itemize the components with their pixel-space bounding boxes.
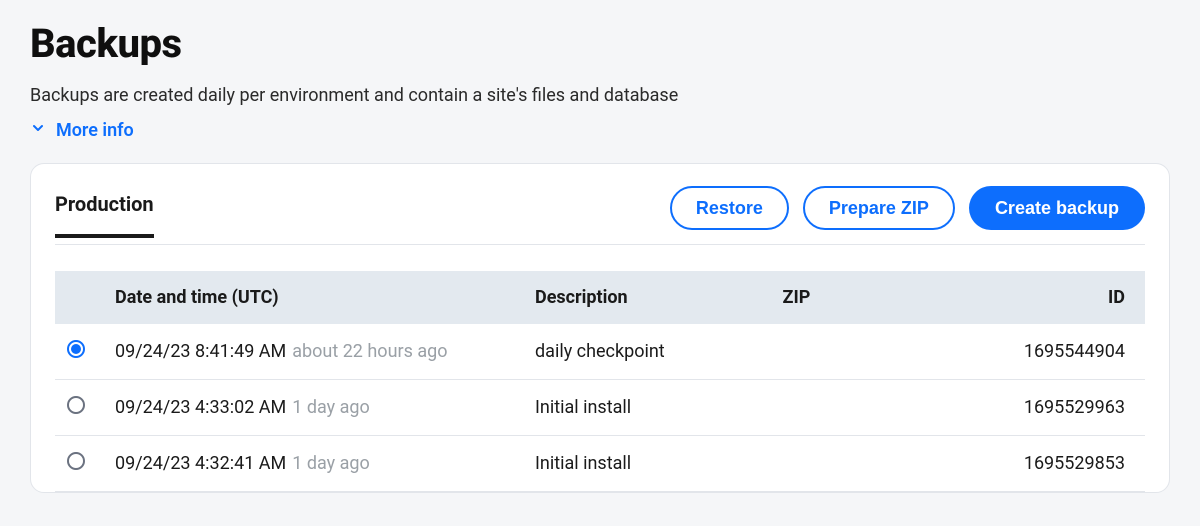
chevron-down-icon	[30, 120, 46, 141]
more-info-toggle[interactable]: More info	[30, 120, 134, 141]
row-datetime-cell: 09/24/23 4:32:41 AM 1 day ago	[103, 436, 523, 492]
row-datetime-cell: 09/24/23 8:41:49 AM about 22 hours ago	[103, 324, 523, 380]
row-zip	[771, 436, 931, 492]
tabs: Production	[55, 192, 154, 238]
col-date-header: Date and time (UTC)	[103, 271, 523, 324]
row-radio[interactable]	[67, 452, 85, 470]
row-description: Initial install	[523, 380, 771, 436]
more-info-label: More info	[56, 120, 134, 141]
row-relative-time: 1 day ago	[292, 453, 370, 474]
backups-table: Date and time (UTC) Description ZIP ID 0…	[55, 271, 1145, 492]
row-zip	[771, 380, 931, 436]
row-description: Initial install	[523, 436, 771, 492]
row-datetime: 09/24/23 8:41:49 AM	[115, 341, 286, 362]
row-datetime-cell: 09/24/23 4:33:02 AM 1 day ago	[103, 380, 523, 436]
col-zip-header: ZIP	[771, 271, 931, 324]
page-subtitle: Backups are created daily per environmen…	[30, 85, 1170, 106]
row-radio[interactable]	[67, 396, 85, 414]
row-relative-time: 1 day ago	[292, 397, 370, 418]
row-id: 1695529853	[931, 436, 1145, 492]
table-row[interactable]: 09/24/23 4:33:02 AM 1 day ago Initial inst…	[55, 380, 1145, 436]
tab-production[interactable]: Production	[55, 192, 154, 238]
row-radio[interactable]	[67, 340, 85, 358]
table-row[interactable]: 09/24/23 8:41:49 AM about 22 hours ago dai…	[55, 324, 1145, 380]
row-datetime: 09/24/23 4:32:41 AM	[115, 453, 286, 474]
prepare-zip-button[interactable]: Prepare ZIP	[803, 186, 955, 230]
row-description: daily checkpoint	[523, 324, 771, 380]
col-id-header: ID	[931, 271, 1145, 324]
restore-button[interactable]: Restore	[670, 186, 789, 230]
table-row[interactable]: 09/24/23 4:32:41 AM 1 day ago Initial inst…	[55, 436, 1145, 492]
row-zip	[771, 324, 931, 380]
row-id: 1695544904	[931, 324, 1145, 380]
col-description-header: Description	[523, 271, 771, 324]
card-header: Production Restore Prepare ZIP Create ba…	[55, 164, 1145, 245]
backups-card: Production Restore Prepare ZIP Create ba…	[30, 163, 1170, 493]
row-relative-time: about 22 hours ago	[292, 341, 447, 362]
create-backup-button[interactable]: Create backup	[969, 186, 1145, 230]
table-header-row: Date and time (UTC) Description ZIP ID	[55, 271, 1145, 324]
col-select-header	[55, 271, 103, 324]
page-title: Backups	[30, 20, 1170, 67]
actions-bar: Restore Prepare ZIP Create backup	[670, 186, 1145, 244]
row-datetime: 09/24/23 4:33:02 AM	[115, 397, 286, 418]
row-id: 1695529963	[931, 380, 1145, 436]
